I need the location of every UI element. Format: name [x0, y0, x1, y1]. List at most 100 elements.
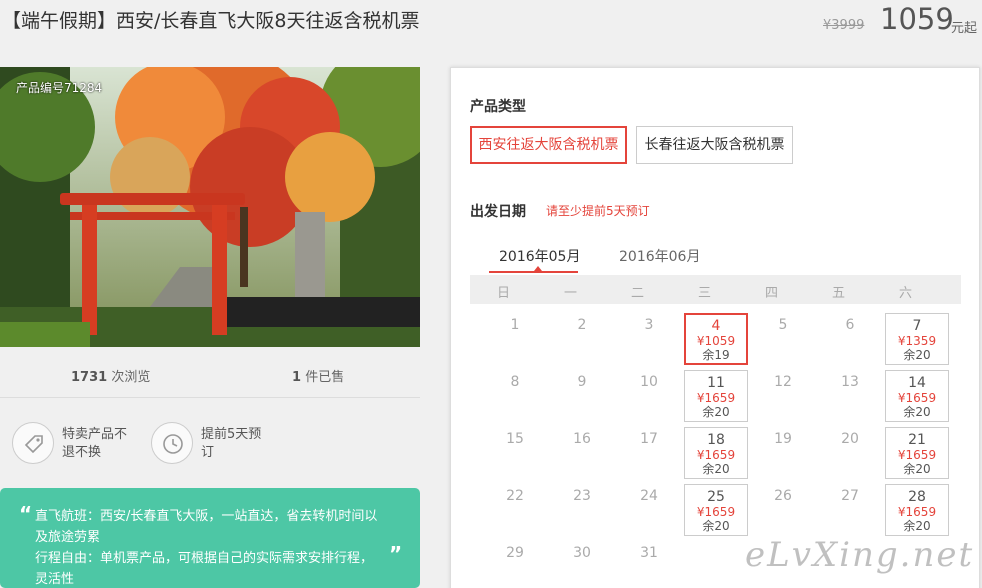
calendar-day: 8 [483, 370, 547, 422]
product-photo[interactable]: 产品编号71284 [0, 67, 420, 347]
day-number: 27 [841, 488, 859, 504]
clock-icon [151, 422, 193, 464]
day-number: 4 [711, 318, 721, 334]
original-price: ¥3999 [823, 18, 865, 33]
tab-month-may[interactable]: 2016年05月 [499, 246, 580, 266]
day-number: 12 [774, 374, 792, 390]
calendar-day-available[interactable]: 25 ¥1659 余20 [684, 484, 748, 536]
day-number: 1 [510, 317, 520, 333]
day-number: 5 [778, 317, 788, 333]
day-number: 18 [707, 432, 725, 448]
day-number: 26 [774, 488, 792, 504]
day-number: 20 [841, 431, 859, 447]
day-number: 31 [640, 545, 658, 561]
price-unit: 元起 [951, 21, 978, 36]
promo-line-1: 直飞航班：西安/长春直飞大阪，一站直达，省去转机时间以及旅途劳累 [35, 509, 378, 545]
day-number: 11 [707, 375, 725, 391]
day-price: ¥1659 [696, 391, 736, 405]
weekday-label: 四 [764, 286, 778, 301]
day-number: 2 [577, 317, 587, 333]
weekday-label: 一 [563, 286, 577, 301]
calendar-day-available[interactable]: 11 ¥1659 余20 [684, 370, 748, 422]
calendar-day: 26 [751, 484, 815, 536]
calendar-day: 2 [550, 313, 614, 365]
close-quote-icon: ” [389, 542, 403, 566]
open-quote-icon: “ [19, 502, 33, 526]
day-number: 8 [510, 374, 520, 390]
day-stock: 余20 [702, 462, 730, 476]
day-number: 3 [644, 317, 654, 333]
day-number: 9 [577, 374, 587, 390]
weekday-label: 日 [496, 286, 510, 301]
calendar-day: 20 [818, 427, 882, 479]
weekday-label: 六 [898, 286, 912, 301]
feature-text: 提前5天预订 [201, 427, 262, 460]
calendar-day: 5 [751, 313, 815, 365]
view-count: 1731 次浏览 [71, 370, 151, 385]
calendar-day: 30 [550, 541, 614, 588]
day-number: 6 [845, 317, 855, 333]
stats-bar: 1731 次浏览 1 件已售 [0, 348, 420, 398]
calendar-day: 1 [483, 313, 547, 365]
day-number: 16 [573, 431, 591, 447]
booking-panel: 产品类型 西安往返大阪含税机票 长春往返大阪含税机票 出发日期 请至少提前5天预… [450, 67, 980, 588]
calendar-day: 29 [483, 541, 547, 588]
promo-line-2: 行程自由：单机票产品，可根据自己的实际需求安排行程，灵活性 [35, 551, 374, 587]
calendar-day: 13 [818, 370, 882, 422]
weekday-label: 三 [697, 286, 711, 301]
day-price: ¥1659 [696, 505, 736, 519]
active-tab-underline [489, 271, 578, 273]
calendar-day: 31 [617, 541, 681, 588]
day-stock: 余19 [702, 348, 730, 362]
calendar-day: 19 [751, 427, 815, 479]
page-title: 【端午假期】西安/长春直飞大阪8天往返含税机票 [2, 10, 420, 32]
day-number: 10 [640, 374, 658, 390]
feature-text: 特卖产品不退不换 [62, 427, 128, 460]
day-number: 23 [573, 488, 591, 504]
day-number: 21 [908, 432, 926, 448]
day-price: ¥1059 [696, 334, 736, 348]
day-stock: 余20 [702, 519, 730, 533]
calendar-day: 22 [483, 484, 547, 536]
day-number: 14 [908, 375, 926, 391]
day-number: 30 [573, 545, 591, 561]
product-type-label: 产品类型 [470, 99, 526, 115]
current-price: 1059 [880, 2, 954, 36]
day-number: 29 [506, 545, 524, 561]
day-number: 13 [841, 374, 859, 390]
tab-month-june[interactable]: 2016年06月 [619, 246, 700, 266]
promo-box: “ 直飞航班：西安/长春直飞大阪，一站直达，省去转机时间以及旅途劳累 行程自由：… [0, 488, 420, 588]
calendar-day: 10 [617, 370, 681, 422]
weekday-label: 二 [630, 286, 644, 301]
day-stock: 余20 [903, 519, 931, 533]
calendar-day: 16 [550, 427, 614, 479]
day-number: 25 [707, 489, 725, 505]
day-number: 24 [640, 488, 658, 504]
calendar-day: 27 [818, 484, 882, 536]
day-price: ¥1659 [696, 448, 736, 462]
day-number: 22 [506, 488, 524, 504]
day-number: 15 [506, 431, 524, 447]
sold-count: 1 件已售 [292, 370, 345, 385]
type-option-xian[interactable]: 西安往返大阪含税机票 [470, 126, 627, 164]
calendar-day: 15 [483, 427, 547, 479]
day-price: ¥1359 [897, 334, 937, 348]
calendar-day-available[interactable]: 18 ¥1659 余20 [684, 427, 748, 479]
day-price: ¥1659 [897, 448, 937, 462]
day-stock: 余20 [903, 405, 931, 419]
product-code: 产品编号71284 [16, 81, 103, 95]
calendar-day-available[interactable]: 21 ¥1659 余20 [885, 427, 949, 479]
departure-date-label: 出发日期 [470, 204, 526, 220]
day-stock: 余20 [903, 462, 931, 476]
weekday-header: 日一二三四五六 [470, 275, 961, 304]
day-price: ¥1659 [897, 391, 937, 405]
calendar-day: 12 [751, 370, 815, 422]
calendar-day-available[interactable]: 4 ¥1059 余19 [684, 313, 748, 365]
type-option-changchun[interactable]: 长春往返大阪含税机票 [636, 126, 793, 164]
day-number: 28 [908, 489, 926, 505]
calendar-day-available[interactable]: 7 ¥1359 余20 [885, 313, 949, 365]
calendar-day-available[interactable]: 14 ¥1659 余20 [885, 370, 949, 422]
calendar-day: 6 [818, 313, 882, 365]
calendar-day-available[interactable]: 28 ¥1659 余20 [885, 484, 949, 536]
tag-icon [12, 422, 54, 464]
